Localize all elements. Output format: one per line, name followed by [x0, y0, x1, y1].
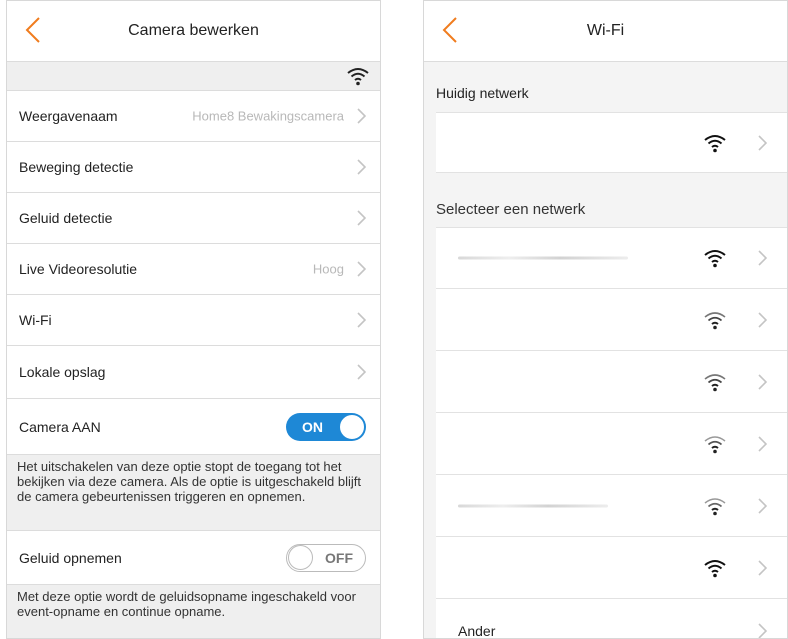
chevron-right-icon [357, 261, 366, 277]
chevron-right-icon [357, 159, 366, 175]
audio-toggle[interactable]: OFF [286, 543, 366, 572]
network-row[interactable] [436, 413, 787, 475]
chevron-right-icon [758, 623, 767, 638]
settings-row-local-storage[interactable]: Lokale opslag [7, 346, 380, 399]
camera-on-row: Camera AAN ON [7, 399, 380, 455]
chevron-right-icon [758, 373, 767, 390]
wifi-icon [704, 559, 726, 577]
settings-row-video-resolution[interactable]: Live Videoresolutie Hoog [7, 244, 380, 295]
row-label: Live Videoresolutie [19, 261, 138, 277]
chevron-right-icon [758, 250, 767, 266]
chevron-right-icon [357, 312, 366, 328]
select-network-header: Selecteer een netwerk [436, 201, 586, 218]
settings-row-motion-detection[interactable]: Beweging detectie [7, 142, 380, 193]
chevron-right-icon [758, 497, 767, 514]
chevron-right-icon [357, 108, 366, 124]
current-network-row[interactable] [436, 112, 787, 173]
chevron-right-icon [758, 435, 767, 452]
chevron-right-icon [357, 210, 366, 226]
chevron-left-icon[interactable] [438, 15, 464, 45]
record-audio-row: Geluid opnemen OFF [7, 530, 380, 585]
wifi-icon [704, 250, 726, 268]
toggle-knob [339, 413, 365, 440]
toggle-state-text: ON [302, 418, 323, 435]
nav-bar: Wi-Fi [424, 1, 787, 62]
row-label: Beweging detectie [19, 159, 134, 175]
wifi-icon [704, 373, 726, 391]
camera-edit-screen: Camera bewerken Weergavenaam Home8 Bewak… [6, 0, 381, 639]
chevron-right-icon [758, 134, 767, 151]
network-row[interactable] [436, 475, 787, 537]
row-value: Home8 Bewakingscamera [192, 108, 344, 124]
wifi-screen: Wi-Fi Huidig netwerk Selecteer een netwe… [423, 0, 788, 639]
row-label: Lokale opslag [19, 364, 106, 380]
settings-row-display-name[interactable]: Weergavenaam Home8 Bewakingscamera [7, 91, 380, 142]
audio-note: Met deze optie wordt de geluidsopname in… [7, 585, 380, 638]
camera-toggle[interactable]: ON [286, 412, 366, 441]
row-value: Hoog [312, 261, 344, 277]
row-label: Geluid detectie [19, 210, 113, 226]
wifi-icon [347, 68, 369, 86]
other-network-label: Ander [458, 623, 496, 639]
status-strip [7, 62, 380, 91]
wifi-icon [704, 497, 726, 515]
other-network-row[interactable]: Ander [436, 599, 787, 639]
obscured-network-name [458, 256, 628, 260]
settings-row-wifi[interactable]: Wi-Fi [7, 295, 380, 346]
network-row[interactable] [436, 227, 787, 289]
toggle-knob [288, 544, 313, 570]
page-title: Wi-Fi [586, 22, 625, 39]
row-label: Weergavenaam [19, 108, 118, 124]
network-row[interactable] [436, 537, 787, 599]
settings-row-sound-detection[interactable]: Geluid detectie [7, 193, 380, 244]
row-label: Wi-Fi [19, 312, 52, 328]
row-label: Geluid opnemen [19, 549, 122, 566]
chevron-right-icon [758, 311, 767, 328]
chevron-left-icon[interactable] [21, 15, 47, 45]
network-row[interactable] [436, 289, 787, 351]
camera-note: Het uitschakelen van deze optie stopt de… [7, 455, 380, 530]
wifi-icon [704, 311, 726, 329]
nav-bar: Camera bewerken [7, 1, 380, 62]
network-row[interactable] [436, 351, 787, 413]
row-label: Camera AAN [19, 418, 101, 435]
obscured-network-name [458, 504, 608, 507]
chevron-right-icon [758, 559, 767, 576]
chevron-right-icon [357, 364, 366, 380]
current-network-header: Huidig netwerk [436, 85, 529, 101]
wifi-icon [704, 435, 726, 453]
wifi-icon [704, 134, 726, 152]
toggle-state-text: OFF [325, 549, 353, 566]
page-title: Camera bewerken [128, 22, 259, 39]
